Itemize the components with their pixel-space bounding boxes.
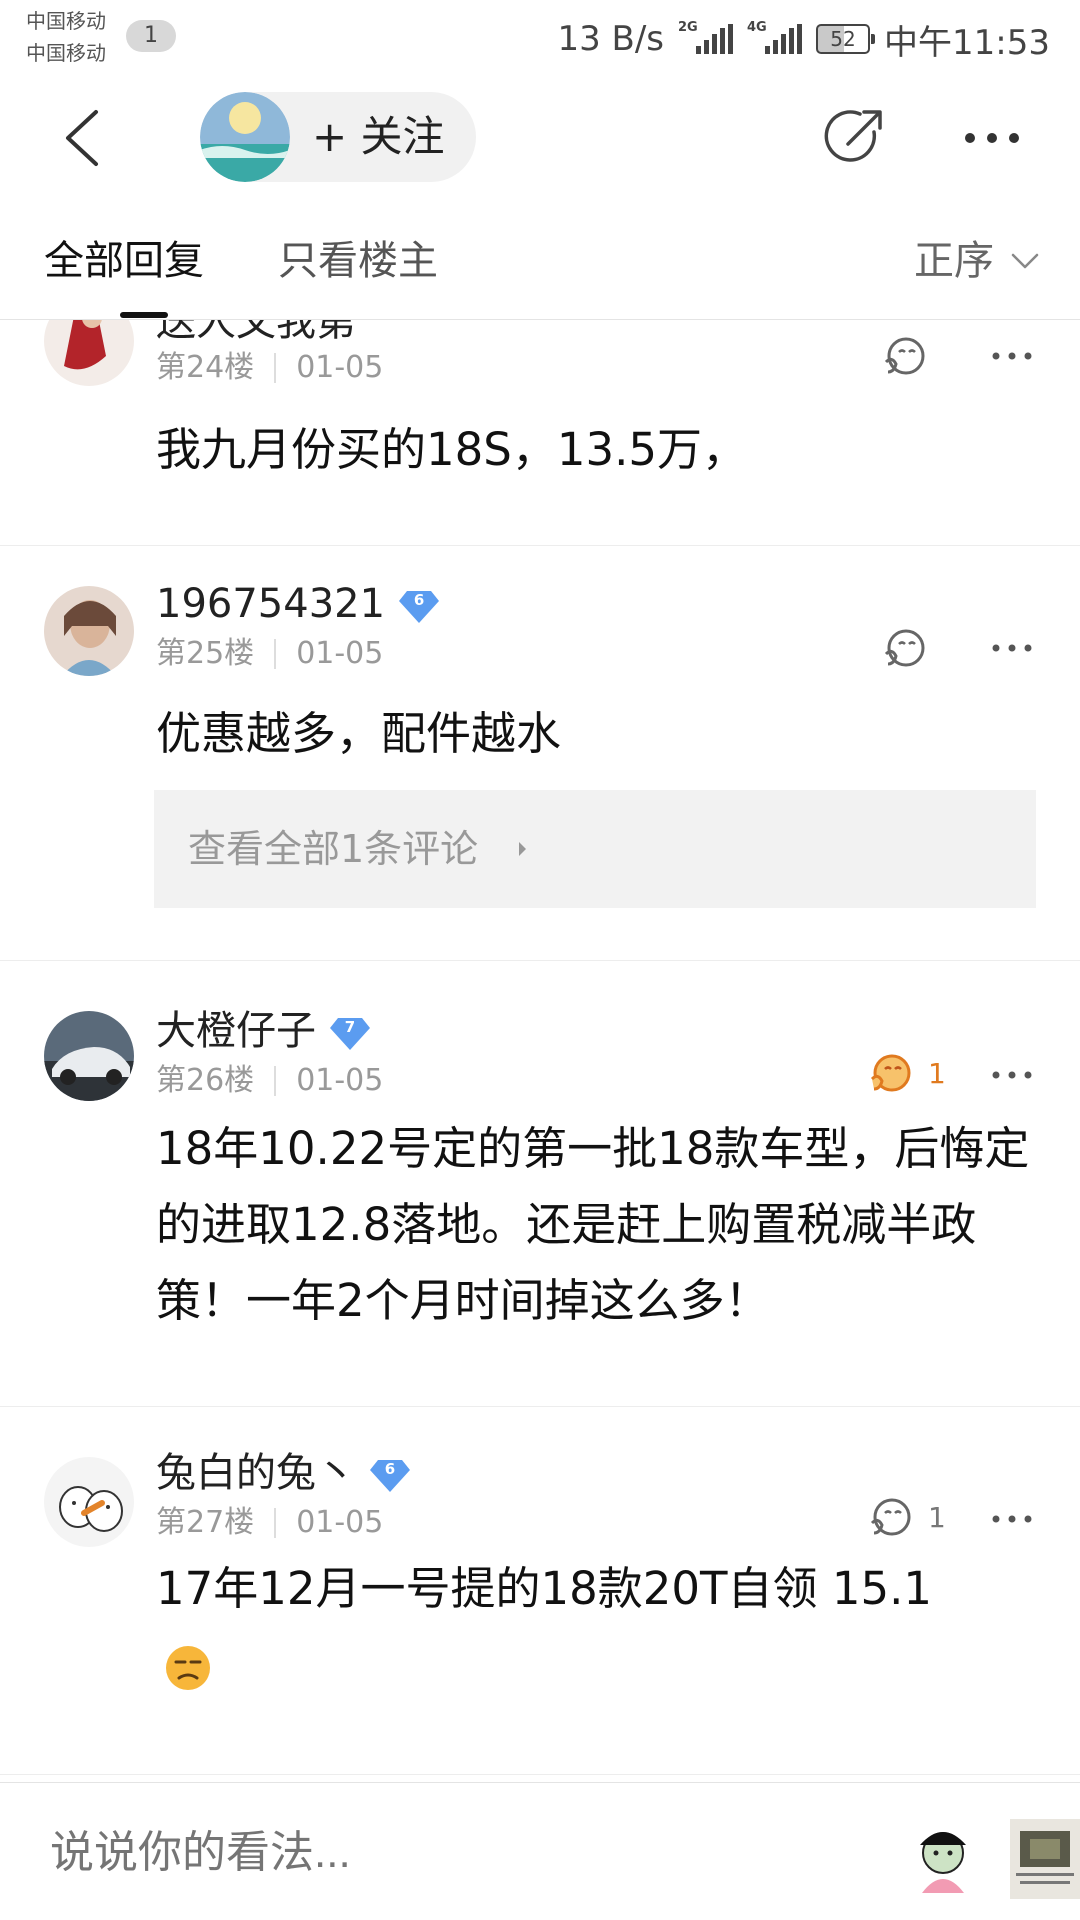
floor-number: 第26楼	[156, 1063, 255, 1098]
reply-meta: 第27楼 01-05	[156, 1503, 383, 1543]
meta-divider	[274, 639, 277, 669]
reply-date: 01-05	[296, 1063, 384, 1098]
reply-tabs: 全部回复 只看楼主 正序	[0, 210, 1080, 320]
like-count: 1	[928, 1056, 946, 1090]
user-avatar[interactable]	[44, 586, 134, 676]
sticker-icon[interactable]	[904, 1825, 982, 1895]
sort-dropdown[interactable]: 正序	[914, 234, 1040, 288]
username-text: 送人文我第	[156, 320, 356, 345]
comment-bar	[0, 1782, 1080, 1920]
like-button[interactable]: 1	[866, 1493, 946, 1541]
follow-button[interactable]: + 关注	[200, 92, 476, 182]
user-avatar[interactable]	[44, 320, 134, 386]
view-all-comments-label: 查看全部1条评论	[188, 827, 479, 871]
more-options-icon[interactable]	[990, 346, 1034, 366]
follow-label: + 关注	[312, 112, 445, 161]
carrier-2: 中国移动	[26, 41, 106, 65]
level-badge-icon: 6	[370, 1455, 410, 1492]
reply-meta: 第25楼 01-05	[156, 634, 383, 674]
chevron-right-icon	[519, 842, 526, 856]
like-button[interactable]	[880, 624, 942, 672]
reply-content-text: 17年12月一号提的18款20T自领 15.1	[156, 1562, 933, 1615]
username[interactable]: 196754321 6	[156, 578, 440, 630]
signal-4g-tag: 4G	[747, 20, 767, 35]
level-badge-icon: 7	[330, 1013, 370, 1050]
sticker-icon[interactable]	[1010, 1819, 1080, 1899]
more-options-icon[interactable]	[960, 118, 1024, 158]
like-face-icon	[884, 629, 925, 667]
like-face-icon	[870, 1498, 911, 1536]
chevron-down-icon	[1011, 253, 1039, 269]
unamused-face-emoji-icon	[166, 1646, 210, 1690]
like-count: 1	[928, 1500, 946, 1534]
reply-list: 送人文我第 第24楼 01-05 我九月份买的18S，13.5万， 196754…	[0, 320, 1080, 1782]
share-icon[interactable]	[822, 104, 888, 170]
reply-date: 01-05	[296, 350, 384, 385]
signal-4g-icon: 4G	[747, 20, 803, 54]
meta-divider	[274, 1066, 277, 1096]
reply-item: 大橙仔子 7 第26楼 01-05 1 18年10.22号定的第一批18款车型，…	[0, 961, 1080, 1406]
more-options-icon[interactable]	[990, 1065, 1034, 1085]
reply-content: 17年12月一号提的18款20T自领 15.1	[156, 1551, 1036, 1703]
meta-divider	[274, 1508, 277, 1538]
signal-2g-tag: 2G	[678, 20, 698, 35]
reply-date: 01-05	[296, 1505, 384, 1540]
divider	[0, 1774, 1080, 1775]
floor-number: 第27楼	[156, 1505, 255, 1540]
reply-meta: 第24楼 01-05	[156, 348, 383, 388]
reply-item: 兔白的兔丶 6 第27楼 01-05 1 17年12月一号提的18款20T自领 …	[0, 1407, 1080, 1782]
username-text: 大橙仔子	[156, 1008, 316, 1054]
level-number: 6	[413, 591, 425, 609]
username[interactable]: 送人文我第	[156, 320, 356, 348]
username-text: 196754321	[156, 581, 386, 627]
floor-number: 第24楼	[156, 350, 255, 385]
back-arrow-icon[interactable]	[58, 108, 118, 168]
level-badge-icon: 6	[399, 586, 440, 623]
sort-label: 正序	[914, 238, 994, 284]
status-right: 13 B/s 2G 4G 52 中午11:53	[557, 14, 1050, 64]
clock: 中午11:53	[884, 22, 1050, 63]
carrier-1: 中国移动	[26, 9, 106, 33]
like-face-icon	[884, 337, 925, 375]
floor-number: 第25楼	[156, 636, 255, 671]
like-face-liked-icon	[870, 1054, 911, 1092]
reply-content: 18年10.22号定的第一批18款车型，后悔定的进取12.8落地。还是赶上购置税…	[156, 1122, 1030, 1327]
username[interactable]: 兔白的兔丶 6	[156, 1447, 410, 1499]
reply-date: 01-05	[296, 636, 384, 671]
status-bar: 中国移动 中国移动 1 13 B/s 2G 4G 52 中午11:53	[0, 0, 1080, 80]
meta-divider	[274, 353, 277, 383]
notification-count-badge: 1	[126, 20, 176, 52]
reply-meta: 第26楼 01-05	[156, 1061, 383, 1101]
level-number: 6	[384, 1460, 396, 1478]
tab-owner-only[interactable]: 只看楼主	[278, 234, 438, 288]
net-speed: 13 B/s	[557, 19, 665, 59]
username-text: 兔白的兔丶	[156, 1450, 356, 1496]
like-button[interactable]	[880, 332, 942, 380]
comment-input[interactable]	[50, 1823, 850, 1883]
active-tab-indicator	[120, 312, 168, 318]
user-avatar[interactable]	[44, 1011, 134, 1101]
battery-icon: 52	[816, 24, 876, 54]
signal-2g-icon: 2G	[678, 20, 734, 54]
reply-content: 优惠越多，配件越水	[156, 707, 562, 760]
top-nav: + 关注	[0, 82, 1080, 192]
username[interactable]: 大橙仔子 7	[156, 1005, 370, 1057]
like-button[interactable]: 1	[866, 1049, 946, 1097]
level-number: 7	[344, 1018, 356, 1036]
user-avatar[interactable]	[44, 1457, 134, 1547]
more-options-icon[interactable]	[990, 1509, 1034, 1529]
view-all-comments-button[interactable]: 查看全部1条评论	[154, 790, 1036, 908]
poster-avatar[interactable]	[200, 92, 290, 182]
more-options-icon[interactable]	[990, 638, 1034, 658]
tab-all-replies[interactable]: 全部回复	[44, 234, 204, 288]
reply-content: 我九月份买的18S，13.5万，	[156, 423, 748, 476]
reply-item: 196754321 6 第25楼 01-05 优惠越多，配件越水 查看全部1条评…	[0, 546, 1080, 960]
